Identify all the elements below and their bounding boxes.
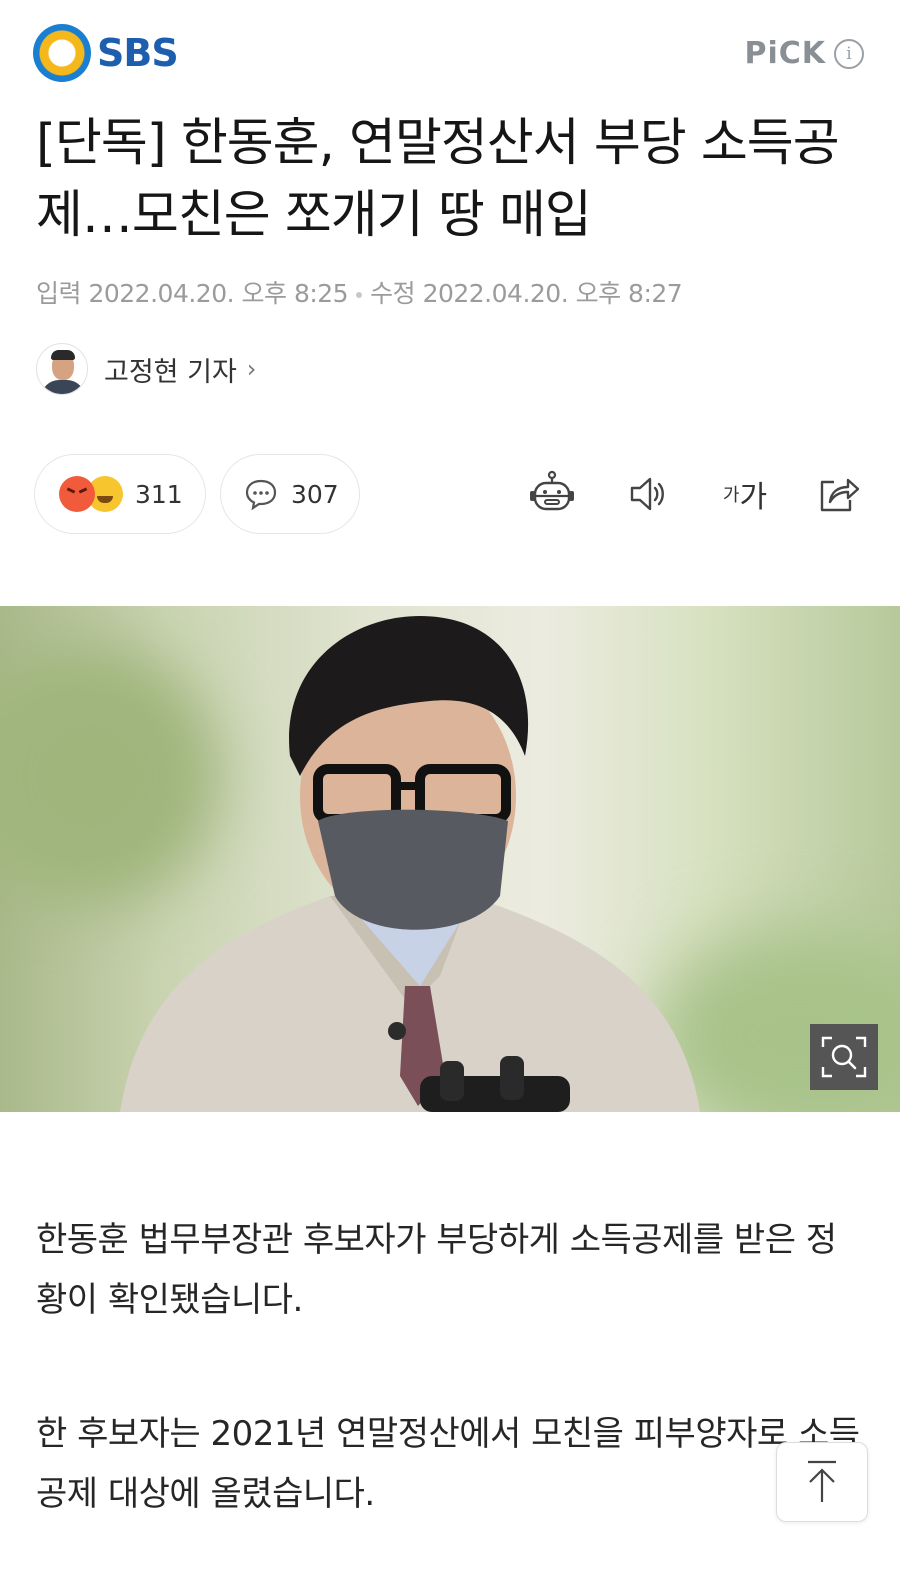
info-icon[interactable]: i	[834, 38, 864, 69]
share-icon	[820, 478, 860, 512]
edit-date: 2022.04.20. 오후 8:27	[422, 279, 683, 308]
pick-label: PiCK	[744, 36, 826, 71]
robot-icon	[530, 470, 574, 511]
article-paragraph: 한동훈 법무부장관 후보자가 부당하게 소득공제를 받은 정황이 확인됐습니다.	[36, 1220, 837, 1320]
tts-robot-button[interactable]	[524, 466, 580, 522]
separator-dot	[356, 292, 363, 298]
comment-button[interactable]: 307	[220, 454, 360, 534]
reporter-avatar	[36, 343, 88, 395]
sbs-logo-icon	[33, 24, 91, 82]
speaker-icon	[630, 477, 664, 511]
arrow-up-icon	[808, 1460, 836, 1502]
audio-button[interactable]	[620, 466, 676, 522]
zoom-button[interactable]	[810, 1024, 878, 1090]
comment-icon	[245, 479, 277, 511]
font-size-button[interactable]: 가가	[710, 466, 780, 522]
sbs-logo-text: SBS	[97, 31, 179, 75]
input-date: 2022.04.20. 오후 8:25	[88, 279, 349, 308]
article-actions: 311 307 가가	[34, 454, 874, 536]
font-small-label: 가	[722, 485, 740, 506]
pick-badge[interactable]: PiCK i	[744, 36, 864, 71]
scroll-top-button[interactable]	[776, 1442, 868, 1522]
article-photo[interactable]	[0, 606, 900, 1112]
app-header: SBS PiCK i	[0, 0, 900, 110]
chevron-right-icon: ›	[246, 355, 257, 383]
reporter-link[interactable]: 고정현 기자 ›	[36, 343, 256, 395]
reaction-button[interactable]: 311	[34, 454, 206, 534]
article-dates: 입력 2022.04.20. 오후 8:25 수정 2022.04.20. 오후 …	[36, 274, 683, 310]
font-large-label: 가	[739, 480, 768, 515]
magnifier-icon	[821, 1036, 867, 1078]
share-button[interactable]	[810, 466, 866, 522]
comment-count: 307	[291, 479, 339, 509]
edit-label: 수정	[370, 279, 416, 308]
reaction-count: 311	[135, 479, 183, 509]
sbs-logo[interactable]: SBS	[33, 24, 179, 82]
article-title: [단독] 한동훈, 연말정산서 부당 소득공제…모친은 쪼개기 땅 매입	[36, 114, 840, 245]
angry-emoji-icon	[59, 476, 95, 512]
person-illustration	[120, 616, 700, 1112]
input-label: 입력	[36, 279, 82, 308]
reporter-name: 고정현 기자	[104, 356, 237, 388]
article-paragraph: 한 후보자는 2021년 연말정산에서 모친을 피부양자로 소득공제 대상에 올…	[36, 1414, 860, 1514]
